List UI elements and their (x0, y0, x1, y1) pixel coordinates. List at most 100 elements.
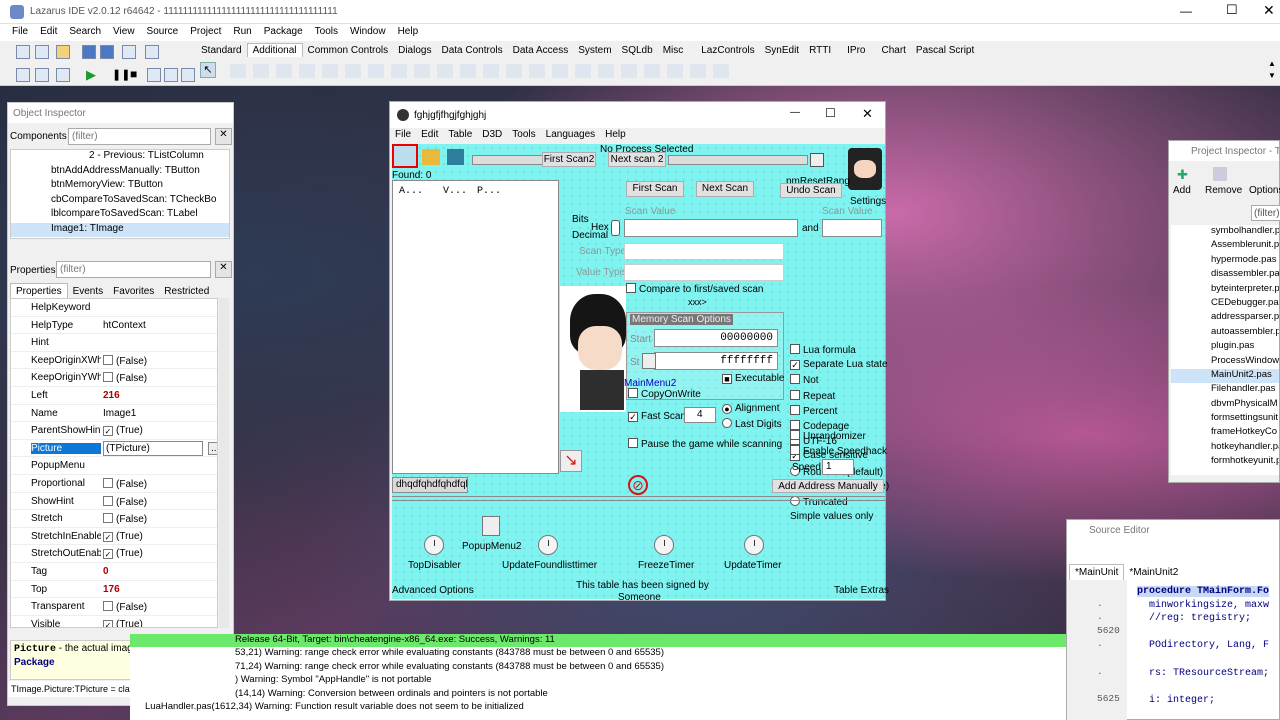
add-address-manually-button[interactable]: Add Address Manually (772, 479, 884, 493)
property-value[interactable]: (False) (103, 372, 147, 384)
palette-scroll-up-icon[interactable]: ▲ (1268, 59, 1276, 68)
property-checkbox[interactable]: ✓ (103, 426, 113, 437)
project-file-item[interactable]: autoassembler.pas (1171, 326, 1279, 340)
tab-events[interactable]: Events (68, 284, 109, 299)
code-line[interactable]: i: integer; (1137, 695, 1215, 706)
step-into-icon[interactable] (147, 68, 161, 82)
property-value[interactable]: ✓ (True) (103, 531, 143, 542)
palette-tab-rtti[interactable]: RTTI (804, 44, 836, 57)
option-checkbox[interactable]: Not (790, 374, 819, 386)
add-icon[interactable]: ✚ (1177, 167, 1188, 183)
step-over-icon[interactable] (164, 68, 178, 82)
property-row[interactable]: Visible ✓ (True) (11, 616, 217, 627)
palette-tab-misc[interactable]: Misc (658, 44, 689, 57)
column-header-address[interactable]: A... (399, 186, 423, 197)
project-file-item[interactable]: formhotkeyunit.pas (1171, 455, 1279, 469)
save-all-icon[interactable] (100, 45, 114, 59)
popup-menu-icon[interactable] (642, 353, 656, 369)
open-file-icon[interactable] (422, 149, 440, 165)
image1[interactable] (560, 286, 626, 412)
menu-window[interactable]: Window (344, 24, 392, 37)
project-file-item[interactable]: formsettingsunit (1171, 412, 1279, 426)
property-grid-scrollbar[interactable] (219, 298, 229, 628)
property-checkbox[interactable] (103, 477, 113, 488)
property-row[interactable]: KeepOriginXWhe (False) (11, 352, 217, 370)
property-value[interactable]: ✓ (True) (103, 619, 143, 627)
option-checkbox[interactable]: Repeat (790, 389, 835, 402)
value-type-select[interactable] (624, 264, 784, 281)
palette-tab-dialogs[interactable]: Dialogs (393, 44, 436, 57)
property-value[interactable]: (TPicture)... (103, 440, 217, 456)
advanced-options-label[interactable]: Advanced Options (392, 585, 474, 596)
property-checkbox[interactable]: ✓ (103, 549, 113, 560)
last-digits-radio[interactable]: Last Digits (722, 418, 782, 430)
form-menu-d3d[interactable]: D3D (477, 128, 507, 141)
property-value[interactable]: Image1 (103, 408, 136, 419)
popup-menu2-icon[interactable] (482, 516, 500, 536)
timer-icon[interactable] (538, 535, 558, 555)
speed-input[interactable]: 1 (822, 459, 854, 475)
open-icon[interactable] (56, 45, 70, 59)
palette-tab-system[interactable]: System (573, 44, 616, 57)
property-checkbox[interactable]: ✓ (103, 531, 113, 542)
scan-value2-input[interactable] (822, 219, 882, 237)
property-value[interactable]: (False) (103, 495, 147, 508)
project-file-item[interactable]: Filehandler.pas (1171, 383, 1279, 397)
property-row[interactable]: PopupMenu (11, 457, 217, 475)
project-file-item[interactable]: plugin.pas (1171, 340, 1279, 354)
project-file-item[interactable]: addressparser.pas (1171, 311, 1279, 325)
undo-scan-button[interactable]: Undo Scan (780, 183, 842, 198)
project-file-item[interactable]: dbvmPhysicalM (1171, 398, 1279, 412)
palette-tab-ipro[interactable]: IPro (842, 44, 870, 57)
project-options-icon[interactable] (35, 68, 49, 82)
pause-icon[interactable]: ❚❚ (112, 68, 130, 81)
properties-filter-input[interactable]: (filter) (56, 261, 211, 278)
message-line[interactable]: 71,24) Warning: range check error while … (130, 661, 1066, 675)
property-row[interactable]: Stretch (False) (11, 510, 217, 528)
message-line[interactable]: (14,14) Warning: Conversion between ordi… (130, 688, 1066, 702)
first-scan-button[interactable]: First Scan (626, 181, 684, 197)
property-row[interactable]: Name Image1 (11, 405, 217, 423)
property-checkbox[interactable] (103, 601, 113, 612)
menu-source[interactable]: Source (141, 24, 185, 37)
form-menu-edit[interactable]: Edit (416, 128, 443, 141)
option-checkbox[interactable]: Lua formula (790, 344, 856, 356)
property-value[interactable]: 0 (103, 566, 109, 577)
property-value[interactable]: (False) (103, 513, 147, 525)
fast-scan-value[interactable]: 4 (684, 407, 716, 423)
table-extras-label[interactable]: Table Extras (834, 585, 889, 596)
stop-address-input[interactable]: ffffffff (654, 352, 778, 370)
add-button[interactable]: Add (1173, 185, 1191, 196)
property-value[interactable]: (False) (103, 354, 147, 367)
close-icon[interactable]: ✕ (1263, 2, 1275, 19)
property-row[interactable]: ShowHint (False) (11, 493, 217, 511)
executable-checkbox[interactable]: ■ Executable (722, 373, 784, 384)
remove-button[interactable]: Remove (1205, 185, 1242, 196)
tab-mainunit[interactable]: *MainUnit (1069, 564, 1125, 580)
code-line[interactable]: rs: TResourceStream; (1137, 668, 1269, 679)
palette-tab-additional[interactable]: Additional (246, 43, 303, 57)
property-value[interactable]: 216 (103, 390, 120, 401)
components-filter-input[interactable]: (filter) (68, 128, 211, 145)
options-button[interactable]: Options (1249, 185, 1280, 196)
timer-icon[interactable] (424, 535, 444, 555)
property-row[interactable]: Proportional (False) (11, 475, 217, 493)
next-scan-button[interactable]: Next Scan (696, 181, 754, 197)
close-icon[interactable]: ✕ (862, 106, 873, 122)
first-scan2-button[interactable]: First Scan2 (542, 152, 596, 167)
menu-view[interactable]: View (107, 24, 141, 37)
property-value[interactable]: htContext (103, 320, 146, 331)
maximize-icon[interactable]: ☐ (825, 106, 836, 120)
view-units-icon[interactable] (145, 45, 159, 59)
save-icon[interactable] (82, 45, 96, 59)
timer-icon[interactable] (744, 535, 764, 555)
menu-project[interactable]: Project (184, 24, 227, 37)
property-value[interactable]: (False) (103, 477, 147, 490)
tree-item[interactable]: 2 - Previous: TListColumn (11, 150, 229, 165)
palette-tab-data-access[interactable]: Data Access (508, 44, 574, 57)
build-mode-icon[interactable] (56, 68, 70, 82)
splitter[interactable] (392, 496, 885, 501)
form-menu-file[interactable]: File (390, 128, 416, 141)
alignment-radio[interactable]: ● Alignment (722, 403, 779, 414)
property-row[interactable]: Hint (11, 334, 217, 352)
